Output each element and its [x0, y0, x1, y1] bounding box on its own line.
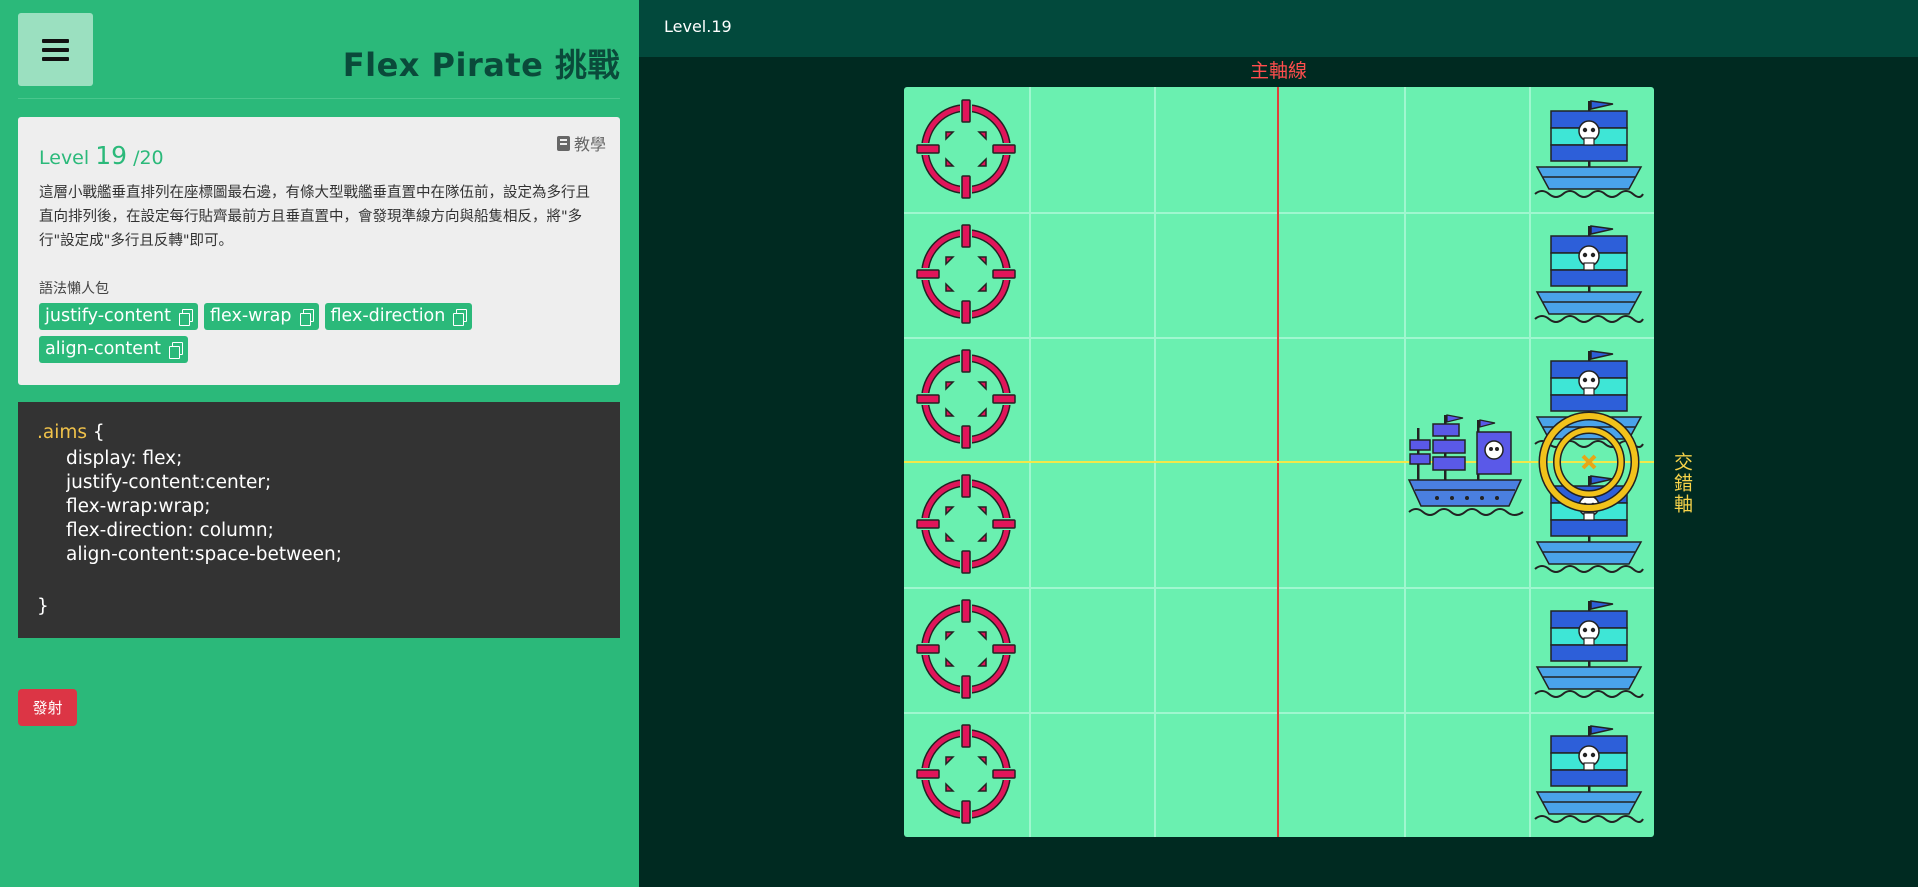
aim-icon [916, 599, 1016, 699]
grid-line [904, 212, 1654, 214]
menu-button[interactable] [18, 13, 93, 86]
grid-line [904, 712, 1654, 714]
snippet-flex-wrap[interactable]: flex-wrap [204, 303, 319, 330]
copy-icon [168, 342, 183, 359]
title-divider [18, 98, 620, 99]
level-prefix: Level [39, 147, 90, 169]
code-editor: .aims { } [18, 402, 620, 638]
aim-icon [916, 349, 1016, 449]
copy-icon [299, 309, 314, 326]
snippets-label: 語法懶人包 [39, 281, 109, 297]
player-ship-icon [1407, 410, 1527, 520]
game-board [904, 87, 1654, 837]
copy-icon [453, 309, 468, 326]
cross-axis-label: 交錯軸 [1671, 452, 1693, 515]
top-bar: Level.19 [639, 0, 1918, 57]
level-description: 這層小戰艦垂直排列在座標圖最右邊，有條大型戰艦垂直置中在隊伍前，設定為多行且直向… [39, 185, 590, 249]
code-open-brace: { [92, 422, 105, 443]
code-close-brace: } [37, 596, 49, 617]
grid-line [904, 587, 1654, 589]
snippet-justify-content[interactable]: justify-content [39, 303, 199, 330]
aim-icon [916, 724, 1016, 824]
main-axis-label: 主軸線 [1250, 60, 1308, 82]
snippet-flex-direction[interactable]: flex-direction [324, 303, 473, 330]
app-title: Flex Pirate 挑戰 [342, 46, 620, 84]
level-tag: Level.19 [664, 17, 732, 36]
tutorial-link[interactable]: 教學 [556, 131, 606, 155]
aim-icon [916, 224, 1016, 324]
grid-line [904, 337, 1654, 339]
crosshair-target-icon [1534, 407, 1644, 517]
snippet-label: justify-content [45, 306, 172, 326]
tutorial-label: 教學 [573, 135, 606, 154]
snippet-align-content[interactable]: align-content [39, 336, 188, 363]
level-total: /20 [133, 147, 164, 169]
level-card: 教學 Level 19 /20 這層小戰艦垂直排列在座標圖最右邊，有條大型戰艦垂… [18, 117, 620, 385]
snippet-list: justify-content flex-wrap flex-direction… [39, 303, 599, 363]
code-selector: .aims [37, 422, 88, 443]
aim-icon [916, 99, 1016, 199]
aim-icon [916, 474, 1016, 574]
snippet-label: align-content [45, 339, 161, 359]
copy-icon [179, 309, 194, 326]
css-code-input[interactable] [66, 447, 586, 567]
level-current: 19 [95, 141, 128, 170]
enemy-ship-icon [1533, 720, 1645, 832]
enemy-ship-icon [1533, 595, 1645, 707]
left-panel: Flex Pirate 挑戰 教學 Level 19 /20 這層小戰艦垂直排列… [0, 0, 639, 887]
enemy-ship-icon [1533, 95, 1645, 207]
fire-button[interactable]: 發射 [18, 689, 77, 726]
snippet-label: flex-direction [330, 306, 446, 326]
snippet-label: flex-wrap [210, 306, 292, 326]
level-indicator: Level 19 /20 [39, 141, 164, 170]
enemy-ship-icon [1533, 220, 1645, 332]
book-icon [556, 135, 570, 151]
hamburger-icon [42, 34, 69, 66]
code-selector-line: .aims { [37, 422, 105, 443]
